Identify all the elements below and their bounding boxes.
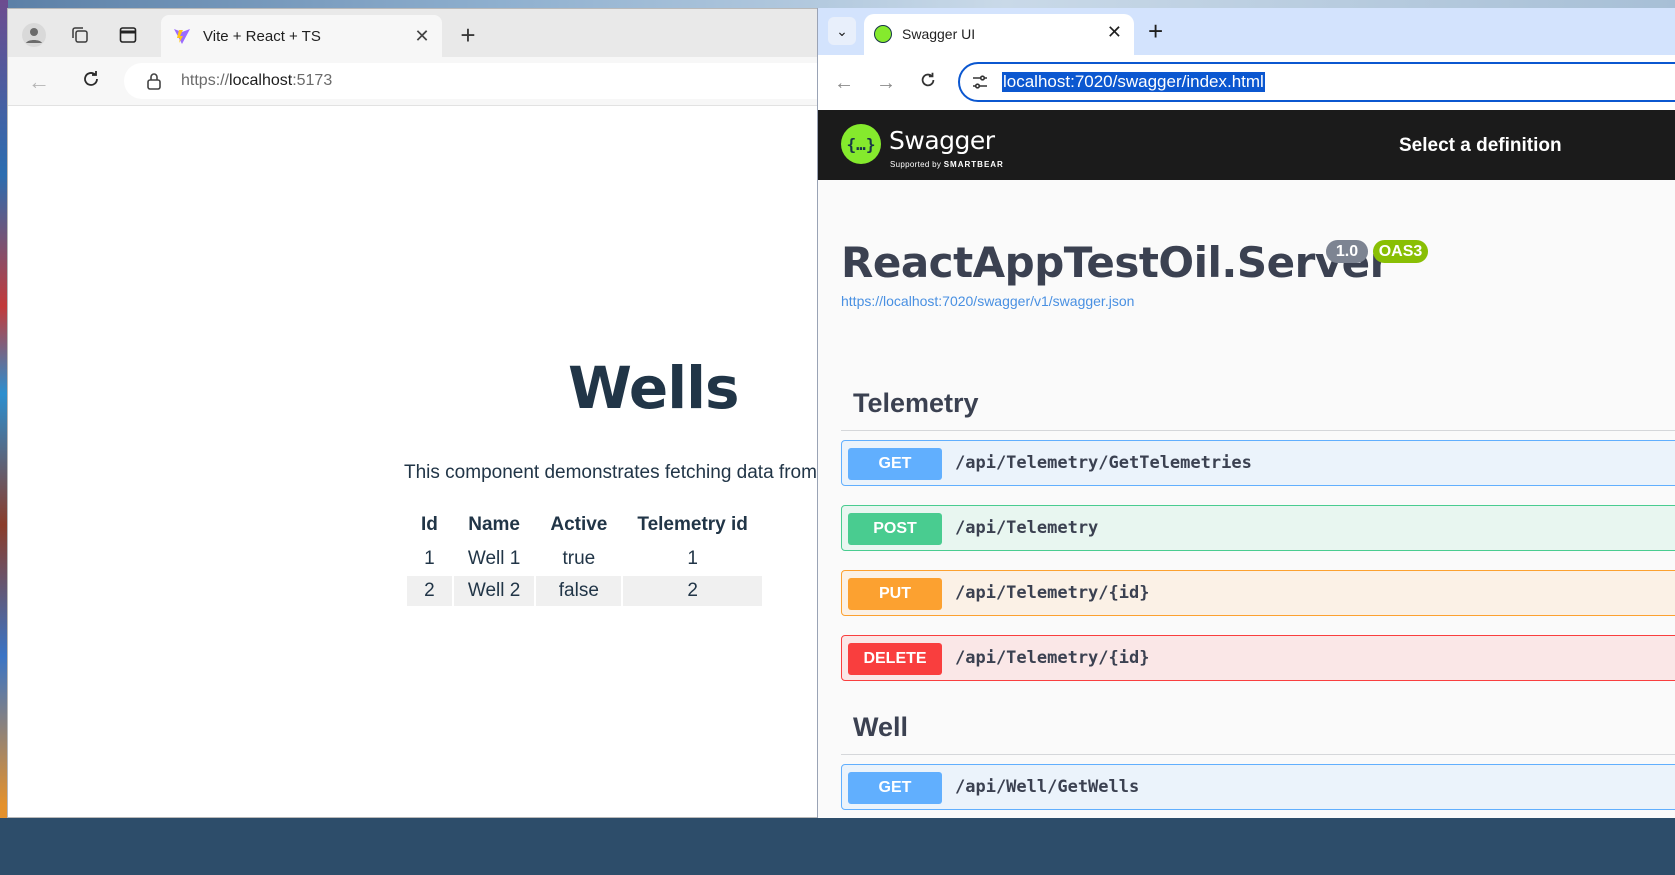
page-description: This component demonstrates fetching dat… bbox=[404, 462, 817, 483]
vite-icon bbox=[174, 29, 190, 44]
operation-path: /api/Telemetry bbox=[955, 518, 1099, 538]
right-tab-bar: ⌄ Swagger UI ✕ + bbox=[818, 8, 1675, 55]
svg-text:{…}: {…} bbox=[847, 135, 876, 154]
table-cell: 2 bbox=[407, 576, 452, 606]
page-content: Wells This component demonstrates fetchi… bbox=[8, 106, 818, 817]
table-cell: 1 bbox=[424, 548, 435, 569]
address-url[interactable]: https://localhost:5173 bbox=[181, 72, 332, 90]
refresh-icon[interactable] bbox=[913, 68, 943, 98]
table-cell: true bbox=[562, 548, 596, 569]
refresh-icon[interactable] bbox=[76, 67, 106, 97]
operation-delete-telemetry[interactable]: DELETE /api/Telemetry/{id} bbox=[841, 635, 1675, 681]
operation-put-telemetry[interactable]: PUT /api/Telemetry/{id} bbox=[841, 570, 1675, 616]
swagger-logo-icon[interactable]: {…} bbox=[840, 123, 882, 165]
tab-title: Swagger UI bbox=[902, 26, 976, 42]
spec-link[interactable]: https://localhost:7020/swagger/v1/swagge… bbox=[841, 293, 1134, 309]
tag-well[interactable]: Well bbox=[853, 712, 908, 743]
tab-search-icon[interactable]: ⌄ bbox=[828, 17, 856, 45]
table-cell: Well 1 bbox=[467, 548, 521, 569]
back-icon[interactable]: ← bbox=[829, 68, 859, 98]
method-badge: PUT bbox=[848, 578, 942, 610]
desktop-background-top bbox=[0, 0, 1675, 8]
version-badge: 1.0 bbox=[1326, 240, 1368, 263]
column-header: Telemetry id bbox=[637, 514, 748, 535]
address-bar[interactable]: localhost:7020/swagger/index.html bbox=[958, 62, 1675, 102]
column-header: Active bbox=[550, 514, 608, 535]
tab-vite-react[interactable]: Vite + React + TS ✕ bbox=[161, 15, 442, 57]
table-header-row: Id Name Active Telemetry id bbox=[407, 508, 762, 542]
table-row: 2 Well 2 false 2 bbox=[407, 576, 762, 606]
swagger-brand: Swagger bbox=[889, 126, 995, 155]
close-icon[interactable]: ✕ bbox=[1107, 22, 1122, 43]
new-tab-icon[interactable]: + bbox=[454, 21, 482, 49]
forward-icon[interactable]: → bbox=[871, 68, 901, 98]
select-definition-label: Select a definition bbox=[1399, 135, 1562, 156]
site-settings-icon[interactable] bbox=[972, 74, 988, 90]
operation-path: /api/Well/GetWells bbox=[955, 777, 1140, 797]
tag-divider bbox=[841, 430, 1675, 431]
column-header: Id bbox=[421, 514, 438, 535]
new-tab-icon[interactable]: + bbox=[1148, 17, 1163, 45]
swagger-icon bbox=[874, 25, 892, 43]
left-tab-bar: Vite + React + TS ✕ + bbox=[8, 9, 818, 57]
address-url[interactable]: localhost:7020/swagger/index.html bbox=[1002, 72, 1265, 92]
method-badge: GET bbox=[848, 772, 942, 804]
operation-get-telemetries[interactable]: GET /api/Telemetry/GetTelemetries bbox=[841, 440, 1675, 486]
tab-swagger-ui[interactable]: Swagger UI ✕ bbox=[864, 14, 1134, 55]
method-badge: POST bbox=[848, 513, 942, 545]
table-cell: Well 2 bbox=[453, 576, 535, 606]
operation-path: /api/Telemetry/{id} bbox=[955, 648, 1150, 668]
table-cell: 2 bbox=[623, 576, 762, 606]
method-badge: GET bbox=[848, 448, 942, 480]
workspaces-icon[interactable] bbox=[66, 21, 94, 49]
operation-path: /api/Telemetry/{id} bbox=[955, 583, 1150, 603]
operation-get-wells[interactable]: GET /api/Well/GetWells bbox=[841, 764, 1675, 810]
table-cell: false bbox=[536, 576, 622, 606]
tab-title: Vite + React + TS bbox=[203, 28, 321, 45]
address-bar[interactable]: https://localhost:5173 bbox=[124, 63, 818, 99]
desktop-background-bottom bbox=[0, 818, 1675, 875]
tag-divider bbox=[841, 754, 1675, 755]
operation-post-telemetry[interactable]: POST /api/Telemetry bbox=[841, 505, 1675, 551]
vertical-tabs-icon[interactable] bbox=[114, 21, 142, 49]
table-cell: 1 bbox=[687, 548, 698, 569]
profile-icon[interactable] bbox=[20, 21, 48, 49]
table-row: 1 Well 1 true 1 bbox=[407, 544, 762, 574]
swagger-main: ReactAppTestOil.Server 1.0 OAS3 https://… bbox=[818, 180, 1675, 818]
method-badge: DELETE bbox=[848, 643, 942, 675]
lock-icon[interactable] bbox=[146, 72, 162, 90]
operation-path: /api/Telemetry/GetTelemetries bbox=[955, 453, 1252, 473]
close-icon[interactable]: ✕ bbox=[410, 24, 434, 48]
swagger-topbar: {…} Swagger Supported by SMARTBEAR Selec… bbox=[818, 110, 1675, 180]
back-icon[interactable]: ← bbox=[24, 67, 54, 97]
right-nav-bar: ← → localhost:7020/swagger/index.html bbox=[818, 55, 1675, 110]
left-nav-bar: ← https://localhost:5173 bbox=[8, 57, 818, 106]
column-header: Name bbox=[468, 514, 520, 535]
swagger-brand-sub: Supported by SMARTBEAR bbox=[890, 160, 1004, 169]
right-browser-window: ⌄ Swagger UI ✕ + ← → localhost:7020/swag… bbox=[817, 8, 1675, 818]
left-browser-window: Vite + React + TS ✕ + ← https://localhos… bbox=[7, 8, 819, 818]
wells-table: Id Name Active Telemetry id 1 Well 1 tru… bbox=[405, 506, 764, 608]
api-title: ReactAppTestOil.Server bbox=[841, 238, 1390, 287]
tag-telemetry[interactable]: Telemetry bbox=[853, 388, 979, 419]
page-title: Wells bbox=[568, 354, 740, 422]
oas-badge: OAS3 bbox=[1373, 240, 1428, 263]
